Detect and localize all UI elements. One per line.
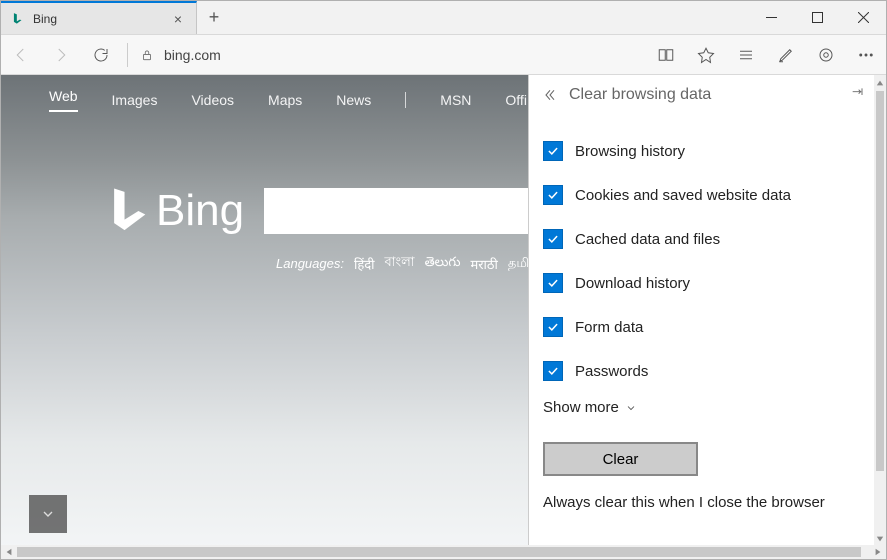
bing-logo: Bing (106, 185, 244, 237)
bing-favicon-icon (11, 12, 25, 26)
bing-nav-news[interactable]: News (336, 92, 371, 108)
horizontal-scrollbar[interactable] (1, 545, 886, 559)
show-more-link[interactable]: Show more (543, 399, 860, 416)
scrollbar-thumb[interactable] (17, 547, 861, 557)
checkbox-label: Cached data and files (575, 231, 720, 248)
refresh-button[interactable] (81, 35, 121, 75)
bing-nav-maps[interactable]: Maps (268, 92, 302, 108)
lang-link[interactable]: हिंदी (354, 255, 375, 273)
hub-button[interactable] (726, 35, 766, 75)
checkbox-label: Browsing history (575, 143, 685, 160)
bing-nav-web[interactable]: Web (49, 88, 78, 112)
pane-title: Clear browsing data (563, 86, 850, 104)
languages-label: Languages: (276, 256, 344, 271)
lang-link[interactable]: বাংলা (385, 253, 415, 274)
lang-link[interactable]: मराठी (470, 255, 497, 273)
bing-nav-office[interactable]: Offi (505, 92, 527, 108)
checkbox-icon (543, 229, 563, 249)
scrollbar-thumb[interactable] (876, 91, 884, 471)
window-close-button[interactable] (840, 1, 886, 34)
share-button[interactable] (806, 35, 846, 75)
scroll-up-icon[interactable] (874, 75, 886, 91)
url-text[interactable]: bing.com (160, 47, 646, 63)
lock-icon (134, 48, 160, 62)
address-bar: bing.com (1, 35, 886, 75)
lang-link[interactable]: తెలుగు (425, 254, 461, 273)
pane-scrollbar[interactable] (874, 75, 886, 547)
content-area: Web Images Videos Maps News MSN Offi Bin… (1, 75, 886, 547)
checkbox-icon (543, 317, 563, 337)
bing-logo-text: Bing (156, 186, 244, 236)
notes-button[interactable] (766, 35, 806, 75)
checkbox-passwords[interactable]: Passwords (543, 349, 860, 393)
checkbox-cookies[interactable]: Cookies and saved website data (543, 173, 860, 217)
scroll-left-icon[interactable] (1, 548, 17, 556)
back-button[interactable] (1, 35, 41, 75)
checkbox-icon (543, 361, 563, 381)
chevron-down-icon (625, 402, 637, 414)
bing-nav-msn[interactable]: MSN (440, 92, 471, 108)
title-bar: Bing × + (1, 1, 886, 35)
checkbox-cached-data[interactable]: Cached data and files (543, 217, 860, 261)
checkbox-form-data[interactable]: Form data (543, 305, 860, 349)
separator (127, 43, 128, 67)
tab-title: Bing (33, 12, 162, 26)
lang-link[interactable]: தமி (508, 255, 529, 272)
reading-view-button[interactable] (646, 35, 686, 75)
window-maximize-button[interactable] (794, 1, 840, 34)
checkbox-label: Form data (575, 319, 643, 336)
checkbox-label: Download history (575, 275, 690, 292)
bing-nav-images[interactable]: Images (112, 92, 158, 108)
browser-tab[interactable]: Bing × (1, 1, 197, 34)
checkbox-download-history[interactable]: Download history (543, 261, 860, 305)
checkbox-icon (543, 185, 563, 205)
expand-button[interactable] (29, 495, 67, 533)
scroll-right-icon[interactable] (870, 548, 886, 556)
favorite-button[interactable] (686, 35, 726, 75)
separator (405, 92, 406, 108)
checkbox-browsing-history[interactable]: Browsing history (543, 129, 860, 173)
more-button[interactable] (846, 35, 886, 75)
tab-close-icon[interactable]: × (170, 11, 186, 27)
new-tab-button[interactable]: + (197, 1, 231, 34)
always-clear-label: Always clear this when I close the brows… (543, 494, 860, 511)
window-minimize-button[interactable] (748, 1, 794, 34)
checkbox-icon (543, 273, 563, 293)
clear-button-label: Clear (603, 451, 639, 468)
checkbox-icon (543, 141, 563, 161)
checkbox-label: Passwords (575, 363, 648, 380)
pin-button[interactable] (850, 85, 866, 106)
bing-logo-icon (106, 185, 150, 237)
clear-browsing-data-pane: Clear browsing data Browsing history Coo… (528, 75, 874, 547)
show-more-label: Show more (543, 399, 619, 416)
bing-nav-videos[interactable]: Videos (191, 92, 234, 108)
forward-button[interactable] (41, 35, 81, 75)
clear-button[interactable]: Clear (543, 442, 698, 476)
checkbox-label: Cookies and saved website data (575, 187, 791, 204)
pane-back-button[interactable] (537, 87, 563, 103)
